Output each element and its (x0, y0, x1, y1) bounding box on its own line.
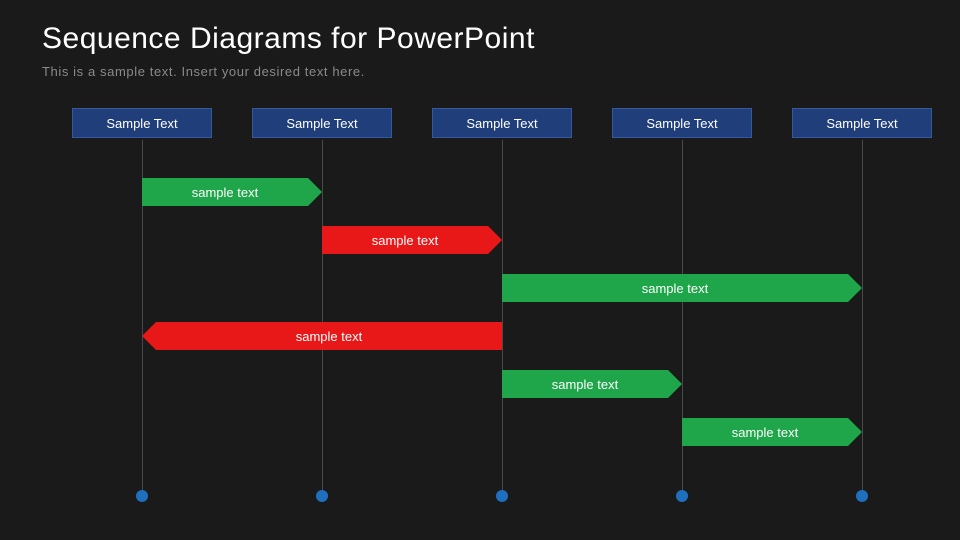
lifeline-3 (682, 140, 683, 500)
lifeline-dot-3 (676, 490, 688, 502)
lane-header-1: Sample Text (252, 108, 392, 138)
sequence-diagram: Sample Text Sample Text Sample Text Sample … (52, 108, 912, 508)
slide-title: Sequence Diagrams for PowerPoint (42, 22, 535, 56)
lifeline-dot-0 (136, 490, 148, 502)
lifeline-dot-1 (316, 490, 328, 502)
lane-header-0: Sample Text (72, 108, 212, 138)
lifeline-dot-2 (496, 490, 508, 502)
lifeline-dot-4 (856, 490, 868, 502)
lane-header-2: Sample Text (432, 108, 572, 138)
lifeline-2 (502, 140, 503, 500)
lifeline-4 (862, 140, 863, 500)
message-2: sample text (502, 274, 848, 302)
lane-header-3: Sample Text (612, 108, 752, 138)
message-5: sample text (682, 418, 848, 446)
message-0: sample text (142, 178, 308, 206)
message-1: sample text (322, 226, 488, 254)
message-3: sample text (156, 322, 502, 350)
lane-header-4: Sample Text (792, 108, 932, 138)
message-4: sample text (502, 370, 668, 398)
lifeline-1 (322, 140, 323, 500)
slide-subtitle: This is a sample text. Insert your desir… (42, 64, 365, 79)
slide: Sequence Diagrams for PowerPoint This is… (0, 0, 960, 540)
